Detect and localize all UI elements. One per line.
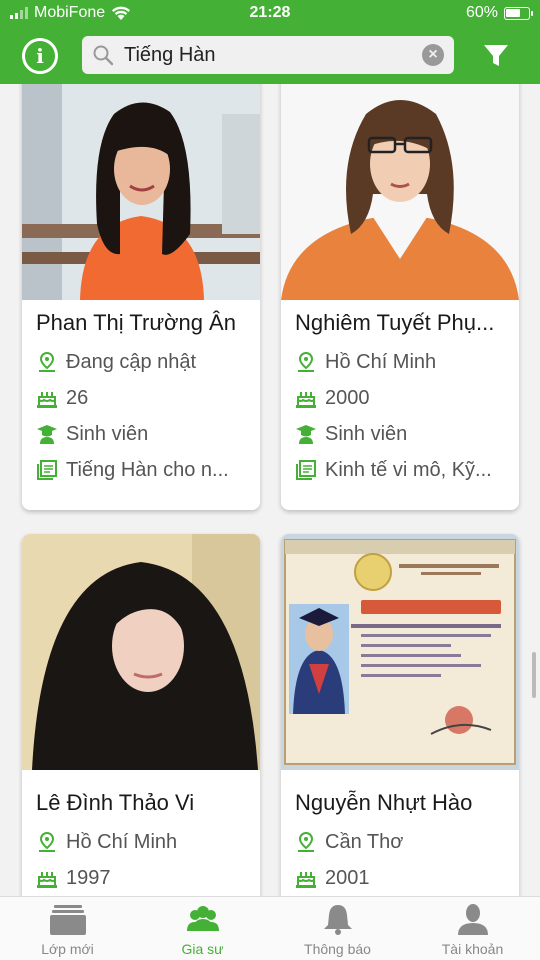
tutor-card[interactable]: Lê Đình Thảo Vi Hồ Chí Minh 1997 bbox=[22, 534, 260, 896]
tutor-location: Cần Thơ bbox=[325, 830, 404, 853]
tab-label: Tài khoản bbox=[441, 941, 504, 957]
filter-icon[interactable] bbox=[482, 42, 510, 70]
bell-icon bbox=[323, 905, 352, 935]
location-pin-icon bbox=[298, 831, 314, 852]
info-button[interactable]: i bbox=[22, 38, 58, 74]
tutor-photo bbox=[22, 534, 260, 770]
birth-row: 2001 bbox=[295, 864, 507, 892]
tab-label: Thông báo bbox=[304, 941, 371, 957]
bottom-tab-bar: Lớp mới Gia sư Thông báo Tài khoản bbox=[0, 896, 540, 960]
location-row: Cần Thơ bbox=[295, 828, 507, 856]
tutor-name: Nghiêm Tuyết Phụ... bbox=[295, 310, 495, 335]
search-bar[interactable]: Tiếng Hàn × bbox=[82, 36, 454, 74]
tutor-location: Đang cập nhật bbox=[66, 350, 197, 373]
scrollbar[interactable] bbox=[532, 652, 536, 698]
cake-icon bbox=[296, 872, 316, 888]
search-input[interactable]: Tiếng Hàn bbox=[124, 44, 216, 67]
tutor-photo bbox=[22, 84, 260, 300]
tutor-birth: 2001 bbox=[325, 866, 370, 889]
tutor-location: Hồ Chí Minh bbox=[66, 830, 178, 853]
tab-label: Gia sư bbox=[181, 941, 224, 957]
battery-percent: 60% bbox=[465, 4, 498, 21]
tutor-birth: 1997 bbox=[66, 866, 111, 889]
info-icon: i bbox=[36, 44, 44, 68]
birth-row: 2000 bbox=[295, 384, 507, 412]
tutor-subjects: Kinh tế vi mô, Kỹ... bbox=[325, 458, 492, 481]
tutor-level: Sinh viên bbox=[66, 422, 149, 445]
search-icon bbox=[93, 45, 114, 66]
tab-label: Lớp mới bbox=[41, 941, 94, 957]
class-icon bbox=[49, 905, 86, 935]
location-row: Hồ Chí Minh bbox=[295, 348, 507, 376]
tutor-card[interactable]: Nguyễn Nhựt Hào Cần Thơ 2001 bbox=[281, 534, 519, 896]
birth-row: 1997 bbox=[36, 864, 248, 892]
tutor-card[interactable]: Nghiêm Tuyết Phụ... Hồ Chí Minh 2000 Sin… bbox=[281, 84, 519, 510]
tab-tutors[interactable]: Gia sư bbox=[135, 897, 270, 960]
tutor-name: Nguyễn Nhựt Hào bbox=[295, 790, 473, 815]
tutors-icon bbox=[186, 906, 219, 931]
tutor-birth: 26 bbox=[66, 386, 89, 409]
battery-indicator: 60% bbox=[465, 4, 533, 22]
subjects-row: Kinh tế vi mô, Kỹ... bbox=[295, 456, 507, 484]
battery-icon bbox=[504, 6, 533, 20]
tab-new-classes[interactable]: Lớp mới bbox=[0, 897, 135, 960]
tutor-subjects: Tiếng Hàn cho n... bbox=[66, 458, 229, 481]
graduate-icon bbox=[37, 425, 57, 444]
level-row: Sinh viên bbox=[295, 420, 507, 448]
graduate-icon bbox=[296, 425, 316, 444]
location-row: Hồ Chí Minh bbox=[36, 828, 248, 856]
location-pin-icon bbox=[39, 351, 55, 372]
location-pin-icon bbox=[298, 351, 314, 372]
tab-notifications[interactable]: Thông báo bbox=[270, 897, 405, 960]
tab-account[interactable]: Tài khoản bbox=[405, 897, 540, 960]
app-header: MobiFone 21:28 60% i Tiếng Hàn × bbox=[0, 0, 540, 84]
tutor-grid: Phan Thị Trường Ân Đang cập nhật 26 Sinh… bbox=[0, 84, 540, 896]
tutor-photo bbox=[281, 534, 519, 770]
level-row: Sinh viên bbox=[36, 420, 248, 448]
tutor-card[interactable]: Phan Thị Trường Ân Đang cập nhật 26 Sinh… bbox=[22, 84, 260, 510]
clock: 21:28 bbox=[249, 4, 291, 21]
birth-row: 26 bbox=[36, 384, 248, 412]
book-icon bbox=[296, 460, 316, 480]
cake-icon bbox=[37, 392, 57, 408]
location-pin-icon bbox=[39, 831, 55, 852]
cake-icon bbox=[296, 392, 316, 408]
cake-icon bbox=[37, 872, 57, 888]
tutor-location: Hồ Chí Minh bbox=[325, 350, 437, 373]
book-icon bbox=[37, 460, 57, 480]
tutor-name: Phan Thị Trường Ân bbox=[36, 310, 236, 335]
tutor-level: Sinh viên bbox=[325, 422, 408, 445]
subjects-row: Tiếng Hàn cho n... bbox=[36, 456, 248, 484]
location-row: Đang cập nhật bbox=[36, 348, 248, 376]
tutor-name: Lê Đình Thảo Vi bbox=[36, 790, 195, 815]
account-icon bbox=[457, 904, 488, 935]
status-bar: MobiFone 21:28 60% bbox=[0, 0, 540, 28]
tutor-birth: 2000 bbox=[325, 386, 370, 409]
tutor-photo bbox=[281, 84, 519, 300]
clear-search-button[interactable]: × bbox=[422, 44, 444, 66]
